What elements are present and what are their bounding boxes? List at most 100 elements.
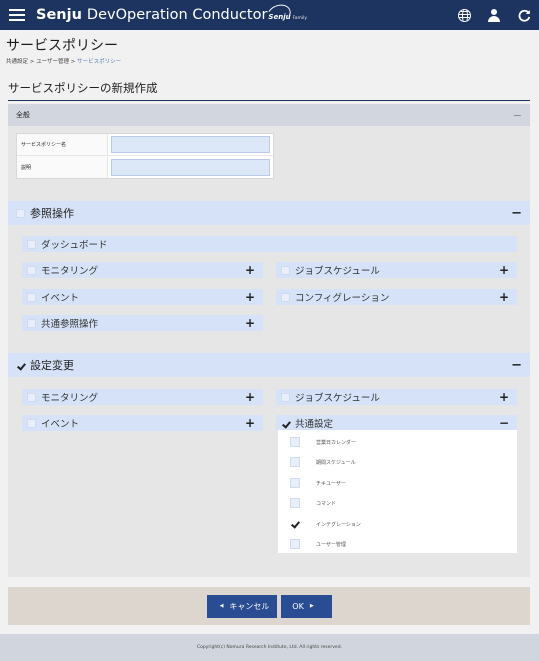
form-row-desc: 説明 [17, 156, 273, 178]
sub-item-label: 営業日カレンダー [316, 439, 357, 446]
checkbox-icon[interactable] [290, 457, 300, 467]
set-item-common-settings[interactable]: 共通設定 − [276, 415, 517, 431]
cancel-label: キャンセル [229, 601, 270, 611]
sub-item-label: ユーザー管理 [316, 541, 346, 548]
copyright-text: Copyright(c) Nomura Research Institute, … [0, 634, 539, 661]
set-item-job-schedule[interactable]: ジョブスケジュール + [276, 389, 517, 405]
checkbox-icon[interactable] [290, 437, 300, 447]
app-header: Senju DevOperation Conductor Senju Famil… [0, 0, 539, 30]
policy-name-label: サービスポリシー名 [17, 134, 108, 155]
user-icon[interactable] [479, 0, 509, 30]
general-card-header[interactable]: 全般 − [8, 104, 530, 126]
brand-name: DevOperation Conductor [86, 7, 268, 23]
globe-icon[interactable] [449, 0, 479, 30]
set-event-label: イベント [41, 419, 80, 430]
refresh-icon[interactable] [509, 0, 539, 30]
collapse-icon[interactable]: − [513, 109, 522, 122]
form-row-name: サービスポリシー名 [17, 134, 273, 156]
sub-item-label: チキユーザー [316, 480, 346, 487]
checkbox-icon[interactable] [281, 265, 290, 275]
general-form: サービスポリシー名 説明 [16, 133, 274, 179]
checkbox-icon[interactable] [281, 392, 290, 402]
ref-common-label: 共通参照操作 [41, 319, 99, 330]
section-heading: サービスポリシーの新規作成 [8, 80, 530, 101]
set-item-event[interactable]: イベント + [22, 415, 263, 431]
reference-ops-header[interactable]: 参照操作 − [8, 201, 530, 225]
checkbox-icon[interactable] [27, 392, 36, 402]
ref-dashboard-label: ダッシュボード [41, 240, 108, 251]
collapse-icon[interactable]: − [499, 416, 509, 430]
settings-change-header[interactable]: 設定変更 − [8, 353, 530, 377]
checkbox-icon[interactable] [27, 418, 36, 428]
brand-bold: Senju [36, 7, 82, 23]
sub-item-business-calendar[interactable]: 営業日カレンダー [290, 436, 356, 448]
ref-job-schedule-label: ジョブスケジュール [295, 266, 380, 277]
ref-item-configuration[interactable]: コンフィグレーション + [276, 289, 517, 305]
sub-item-integration[interactable]: インテグレーション [290, 518, 361, 530]
checkbox-icon[interactable] [27, 318, 36, 328]
expand-icon[interactable]: + [245, 416, 255, 430]
breadcrumb-item-user-admin[interactable]: ユーザー管理 [36, 59, 69, 65]
menu-icon[interactable] [9, 9, 25, 21]
check-icon[interactable] [281, 419, 290, 428]
ok-label: OK [292, 601, 304, 611]
expand-icon[interactable]: + [499, 263, 509, 277]
sub-item-command[interactable]: コマンド [290, 497, 336, 509]
set-job-schedule-label: ジョブスケジュール [295, 393, 380, 404]
brand-family: Senju [268, 13, 291, 21]
ref-configuration-label: コンフィグレーション [295, 293, 390, 304]
expand-icon[interactable]: + [245, 316, 255, 330]
settings-change-title: 設定変更 [30, 359, 74, 372]
common-settings-sublist: 営業日カレンダー 期間スケジュール チキユーザー コマンド インテグレーション … [278, 430, 517, 553]
checkbox-icon[interactable] [290, 478, 300, 488]
page-title: サービスポリシー [6, 38, 118, 54]
ref-item-event[interactable]: イベント + [22, 289, 263, 305]
policy-name-input[interactable] [111, 136, 270, 153]
breadcrumb: 共通設定 > ユーザー管理 > サービスポリシー [6, 59, 122, 65]
checkbox-icon[interactable] [290, 539, 300, 549]
ref-item-monitoring[interactable]: モニタリング + [22, 262, 263, 278]
sub-item-user-admin[interactable]: ユーザー管理 [290, 538, 346, 550]
breadcrumb-item-current: サービスポリシー [77, 59, 122, 65]
reference-ops-checkbox[interactable] [16, 208, 25, 218]
checkbox-icon[interactable] [27, 292, 36, 302]
reference-ops-collapse-icon[interactable]: − [511, 206, 522, 221]
general-card-title: 全般 [16, 111, 30, 119]
ref-item-dashboard[interactable]: ダッシュボード [22, 236, 517, 252]
expand-icon[interactable]: + [499, 290, 509, 304]
brand-family-small: Family [292, 16, 308, 21]
expand-icon[interactable]: + [245, 390, 255, 404]
reference-ops-title: 参照操作 [30, 207, 74, 220]
check-icon[interactable] [16, 361, 25, 370]
brand-logo: Senju DevOperation Conductor Senju Famil… [36, 7, 307, 23]
set-common-settings-label: 共通設定 [295, 419, 334, 430]
expand-icon[interactable]: + [499, 390, 509, 404]
ref-item-job-schedule[interactable]: ジョブスケジュール + [276, 262, 517, 278]
chevron-right-icon: ▶ [309, 603, 314, 609]
set-item-monitoring[interactable]: モニタリング + [22, 389, 263, 405]
general-card: 全般 − サービスポリシー名 説明 [8, 104, 530, 190]
sub-item-label: インテグレーション [316, 521, 361, 528]
sub-item-label: 期間スケジュール [316, 459, 356, 466]
ref-event-label: イベント [41, 293, 80, 304]
sub-item-chiki-user[interactable]: チキユーザー [290, 477, 346, 489]
header-actions [449, 0, 539, 30]
expand-icon[interactable]: + [245, 263, 255, 277]
sub-item-period-schedule[interactable]: 期間スケジュール [290, 456, 356, 468]
breadcrumb-item-common[interactable]: 共通設定 [6, 59, 28, 65]
set-monitoring-label: モニタリング [41, 393, 99, 404]
ref-item-common[interactable]: 共通参照操作 + [22, 315, 263, 331]
expand-icon[interactable]: + [245, 290, 255, 304]
settings-change-collapse-icon[interactable]: − [511, 358, 522, 373]
checkbox-icon[interactable] [281, 292, 290, 302]
ok-button[interactable]: OK ▶ [280, 594, 332, 618]
sub-item-label: コマンド [316, 500, 337, 507]
description-input[interactable] [111, 158, 270, 176]
description-label: 説明 [17, 156, 108, 178]
check-icon[interactable] [290, 519, 300, 529]
checkbox-icon[interactable] [27, 239, 36, 249]
checkbox-icon[interactable] [290, 498, 300, 508]
checkbox-icon[interactable] [27, 265, 36, 275]
chevron-left-icon: ◀ [219, 603, 224, 609]
cancel-button[interactable]: ◀ キャンセル [206, 594, 277, 618]
